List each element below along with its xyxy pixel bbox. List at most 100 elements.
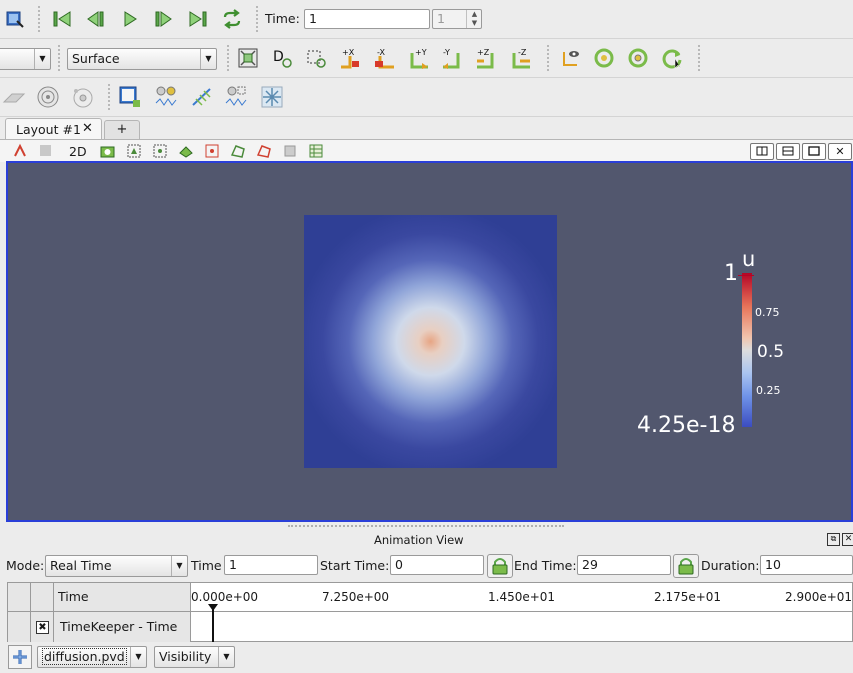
timeline-tick-label: 2.900e+01 — [785, 590, 853, 604]
anim-time-label: Time — [191, 558, 222, 573]
add-tab-button[interactable]: + — [104, 120, 140, 139]
lock-end-time-icon[interactable] — [673, 554, 699, 578]
clip-icon[interactable] — [2, 85, 26, 109]
anim-time-input[interactable]: 1 — [224, 555, 318, 575]
table-cell — [8, 583, 31, 611]
render-view[interactable]: u 1 0.75 0.5 0.25 4.25e-18 — [6, 161, 853, 522]
time-cursor[interactable] — [212, 607, 214, 642]
rotate-90-ccw-icon[interactable] — [592, 46, 616, 70]
table-cell — [31, 583, 54, 611]
chevron-down-icon: ▼ — [130, 647, 146, 667]
glyph-icon[interactable] — [260, 85, 284, 109]
reset-camera-icon[interactable] — [236, 46, 260, 70]
select-cells-on-icon[interactable] — [126, 143, 142, 162]
camera-plus-z-icon[interactable]: +Z — [474, 46, 498, 70]
toolbar-grip[interactable] — [256, 6, 262, 32]
select-points-icon[interactable] — [38, 143, 54, 162]
close-view-button[interactable]: ✕ — [828, 143, 852, 160]
toolbar-grip[interactable] — [58, 45, 64, 71]
checkbox-checked-icon: ✖ — [36, 621, 49, 634]
add-track-button[interactable] — [8, 645, 32, 669]
svg-text:-Y: -Y — [443, 48, 450, 57]
tab-layout-1[interactable]: Layout #1 ✕ — [5, 118, 102, 140]
loop-icon[interactable] — [220, 7, 244, 31]
zoom-to-data-icon[interactable]: D — [270, 46, 294, 70]
warp-icon[interactable] — [224, 85, 248, 109]
spreadsheet-icon[interactable] — [308, 143, 324, 162]
spin-arrows-icon[interactable]: ▲ ▼ — [466, 10, 482, 28]
toggle-2d-button[interactable]: 2D — [69, 144, 87, 159]
select-cells-polygon-icon[interactable] — [230, 143, 246, 162]
maximize-button[interactable] — [802, 143, 826, 160]
stream-tracer-icon[interactable] — [190, 85, 214, 109]
source-value: diffusion.pvd — [42, 648, 127, 665]
time-cursor-handle-icon[interactable] — [208, 604, 218, 611]
camera-minus-x-icon[interactable]: -X — [372, 46, 396, 70]
end-time-input[interactable]: 29 — [577, 555, 671, 575]
toolbar-grip[interactable] — [227, 45, 233, 71]
camera-minus-z-icon[interactable]: -Z — [508, 46, 532, 70]
toolbar-grip[interactable] — [38, 6, 44, 32]
svg-text:+Z: +Z — [477, 48, 490, 57]
color-by-select[interactable]: ▼ — [0, 48, 51, 70]
scalar-bar-tick — [738, 275, 754, 276]
next-frame-icon[interactable] — [152, 7, 176, 31]
svg-text:-Z: -Z — [518, 48, 527, 57]
close-tab-icon[interactable]: ✕ — [82, 121, 93, 136]
chevron-down-icon: ▼ — [200, 49, 216, 69]
select-block-icon[interactable] — [282, 143, 298, 162]
timeline-tick-label: 7.250e+00 — [322, 590, 390, 604]
camera-plus-y-icon[interactable]: +Y — [406, 46, 430, 70]
start-time-input[interactable]: 0 — [390, 555, 484, 575]
select-points-through-icon[interactable] — [204, 143, 220, 162]
svg-text:-X: -X — [377, 48, 385, 57]
select-cells-through-icon[interactable] — [178, 143, 194, 162]
contour-icon[interactable] — [36, 85, 60, 109]
source-select[interactable]: diffusion.pvd ▼ — [37, 646, 147, 668]
previous-frame-icon[interactable] — [84, 7, 108, 31]
first-frame-icon[interactable] — [50, 7, 74, 31]
interactive-select-icon[interactable] — [12, 143, 28, 162]
split-horizontal-button[interactable] — [750, 143, 774, 160]
toolbar-grip[interactable] — [108, 84, 114, 110]
float-dock-icon[interactable]: ⧉ — [827, 533, 840, 546]
split-vertical-button[interactable] — [776, 143, 800, 160]
property-select[interactable]: Visibility ▼ — [154, 646, 235, 668]
rotate-90-cw-icon[interactable] — [626, 46, 650, 70]
mode-select[interactable]: Real Time ▼ — [45, 555, 188, 577]
duration-input[interactable]: 10 — [760, 555, 853, 575]
rotate-view-icon[interactable] — [660, 46, 684, 70]
timeline-tick-label: 2.175e+01 — [654, 590, 722, 604]
track-enable-checkbox[interactable]: ✖ — [31, 612, 54, 642]
calculator-icon[interactable] — [154, 85, 178, 109]
time-header-cell: Time — [54, 583, 191, 611]
representation-toolbar: ▼ Surface ▼ D +X -X +Y -Y +Z -Z — [0, 39, 853, 78]
camera-plus-x-icon[interactable]: +X — [338, 46, 362, 70]
time-input[interactable]: 1 — [304, 9, 430, 29]
filters-toolbar — [0, 78, 853, 117]
toolbar-grip[interactable] — [698, 45, 704, 71]
threshold-icon[interactable] — [118, 85, 142, 109]
last-frame-icon[interactable] — [186, 7, 210, 31]
scalar-bar-tick-label: 0.75 — [755, 306, 780, 319]
select-points-polygon-icon[interactable] — [256, 143, 272, 162]
play-icon[interactable] — [118, 7, 142, 31]
chevron-down-icon: ▼ — [171, 556, 187, 576]
lock-start-time-icon[interactable] — [487, 554, 513, 578]
capture-screenshot-icon[interactable] — [100, 143, 116, 162]
pick-center-icon[interactable] — [3, 7, 27, 31]
show-orientation-axes-icon[interactable] — [558, 46, 582, 70]
view-toolbar: 2D ✕ — [0, 139, 853, 162]
slice-icon[interactable] — [70, 85, 94, 109]
splitter-handle[interactable] — [288, 525, 564, 529]
zoom-to-box-icon[interactable] — [304, 46, 328, 70]
svg-text:D: D — [273, 49, 284, 65]
camera-minus-y-icon[interactable]: -Y — [440, 46, 464, 70]
timeline-tick-label: 0.000e+00 — [191, 590, 259, 604]
select-points-on-icon[interactable] — [152, 143, 168, 162]
animation-view-title: Animation View — [374, 533, 464, 547]
toolbar-grip[interactable] — [547, 45, 553, 71]
chevron-down-icon: ▼ — [34, 49, 50, 69]
close-dock-icon[interactable]: ✕ — [842, 533, 853, 546]
representation-select[interactable]: Surface ▼ — [67, 48, 217, 70]
